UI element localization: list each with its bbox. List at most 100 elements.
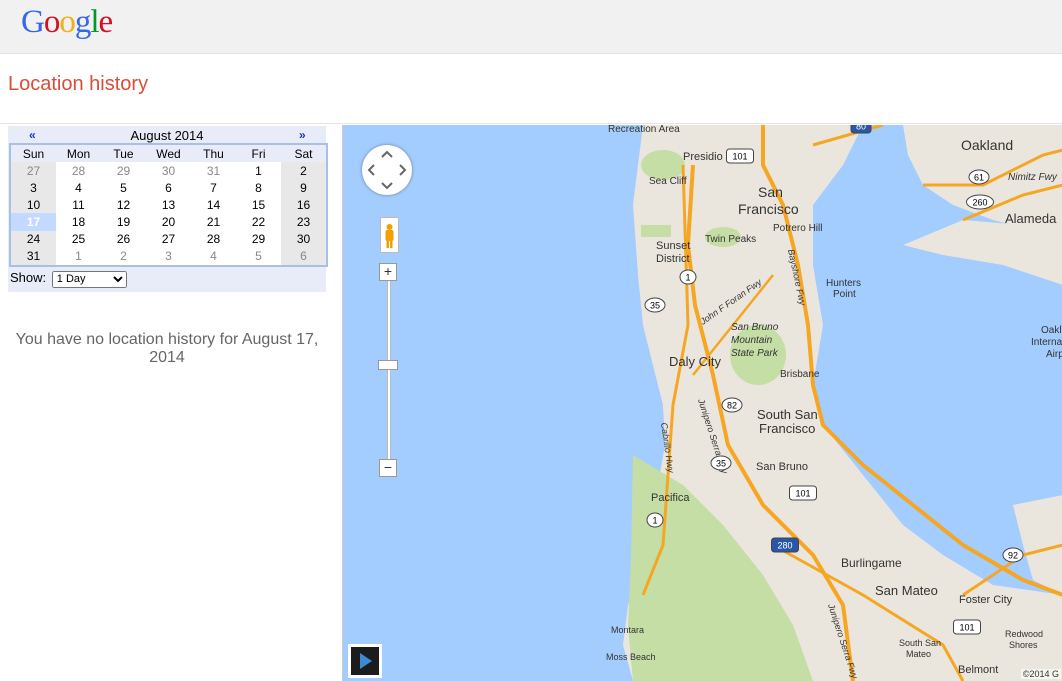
map-label: Pacifica (651, 492, 690, 504)
route-shield-number: 61 (974, 173, 984, 183)
calendar-month-label: August 2014 (130, 128, 204, 143)
route-shield: 35 (644, 297, 666, 313)
map-label: Oakland (961, 137, 1013, 153)
calendar-day[interactable]: 18 (56, 213, 101, 230)
map-label: San Bruno (731, 322, 779, 333)
logo-letter: l (90, 4, 99, 40)
logo-letter: e (98, 4, 114, 40)
route-shield-number: 101 (795, 489, 810, 499)
weekday-header: Mon (56, 145, 101, 162)
map-view[interactable]: Recreation Area Presidio Sea Cliff San F… (342, 125, 1062, 681)
calendar-day[interactable]: 22 (236, 213, 281, 230)
calendar-day[interactable]: 12 (101, 196, 146, 213)
calendar: August 2014 « » Sun Mon Tue Wed Thu Fri Sat 27… (8, 126, 328, 292)
calendar-day[interactable]: 21 (191, 213, 236, 230)
map-label: San (758, 184, 783, 200)
calendar-day[interactable]: 6 (146, 179, 191, 196)
route-shield: 101 (789, 485, 817, 501)
calendar-day[interactable]: 1 (236, 162, 281, 179)
calendar-day[interactable]: 27 (11, 162, 56, 180)
map-label: Interna (1031, 337, 1062, 348)
park-area (641, 225, 671, 237)
calendar-day[interactable]: 8 (236, 179, 281, 196)
calendar-day[interactable]: 27 (146, 231, 191, 248)
play-icon (360, 653, 372, 669)
calendar-day[interactable]: 5 (236, 248, 281, 265)
calendar-day[interactable]: 10 (11, 196, 56, 214)
calendar-day[interactable]: 29 (101, 162, 146, 179)
calendar-day[interactable]: 25 (56, 231, 101, 248)
calendar-day[interactable]: 28 (56, 162, 101, 179)
map-canvas[interactable]: Recreation Area Presidio Sea Cliff San F… (343, 125, 1062, 681)
calendar-day[interactable]: 23 (281, 213, 326, 231)
map-label: Sunset (656, 240, 690, 252)
zoom-out-button[interactable]: − (379, 459, 397, 477)
weekday-header: Sat (281, 145, 326, 162)
calendar-day[interactable]: 4 (56, 179, 101, 196)
calendar-day[interactable]: 2 (101, 248, 146, 265)
calendar-day[interactable]: 29 (236, 231, 281, 248)
calendar-day[interactable]: 15 (236, 196, 281, 213)
next-month-button[interactable]: » (299, 128, 306, 142)
calendar-day[interactable]: 7 (191, 179, 236, 196)
route-shield-number: 101 (732, 152, 747, 162)
no-history-message: You have no location history for August … (15, 331, 319, 366)
calendar-day[interactable]: 6 (281, 247, 326, 265)
map-label: Presidio (683, 151, 723, 163)
prev-month-button[interactable]: « (29, 128, 36, 142)
map-label: Burlingame (841, 556, 902, 570)
route-shield: 82 (721, 397, 743, 413)
calendar-day[interactable]: 17 (11, 213, 56, 231)
logo-letter: G (21, 4, 45, 40)
calendar-day[interactable]: 19 (101, 213, 146, 230)
calendar-day[interactable]: 24 (11, 230, 56, 248)
calendar-day[interactable]: 3 (146, 248, 191, 265)
weekday-header: Thu (191, 145, 236, 162)
map-label: Recreation Area (608, 125, 680, 135)
map-label: Belmont (958, 664, 998, 676)
route-shield-number: 260 (972, 198, 987, 208)
calendar-day[interactable]: 9 (281, 179, 326, 197)
calendar-day[interactable]: 20 (146, 213, 191, 230)
map-label: San Bruno (756, 461, 808, 473)
zoom-slider-handle[interactable] (378, 360, 398, 370)
map-label: South San (757, 407, 818, 422)
map-label: Oakl (1041, 325, 1062, 336)
street-view-pegman-icon[interactable] (380, 217, 399, 253)
map-label: Francisco (759, 421, 815, 436)
calendar-day[interactable]: 11 (56, 196, 101, 213)
map-label: Alameda (1005, 211, 1057, 226)
calendar-day[interactable]: 1 (56, 248, 101, 265)
zoom-in-button[interactable]: + (379, 263, 397, 281)
weekday-header: Wed (146, 145, 191, 162)
pan-control[interactable] (362, 145, 412, 195)
google-logo[interactable]: Google (21, 4, 114, 41)
calendar-day[interactable]: 3 (11, 179, 56, 197)
route-shield-number: 101 (959, 623, 974, 633)
calendar-grid: Sun Mon Tue Wed Thu Fri Sat 27 28 29 30 31 1 2 3 4 5 6 7 8… (9, 143, 328, 267)
calendar-day[interactable]: 26 (101, 231, 146, 248)
zoom-track[interactable] (387, 270, 391, 472)
range-select[interactable]: 1 Day (51, 270, 127, 288)
route-shield-number: 35 (716, 459, 726, 469)
map-label: Mateo (906, 649, 931, 659)
calendar-day[interactable]: 30 (146, 162, 191, 179)
calendar-day[interactable]: 14 (191, 196, 236, 213)
play-button[interactable] (348, 644, 382, 678)
calendar-day[interactable]: 16 (281, 196, 326, 214)
map-label: Potrero Hill (773, 223, 822, 234)
calendar-day[interactable]: 13 (146, 196, 191, 213)
page-title: Location history (8, 73, 149, 95)
calendar-day[interactable]: 28 (191, 231, 236, 248)
calendar-day[interactable]: 4 (191, 248, 236, 265)
route-shield: 101 (726, 148, 754, 164)
calendar-day[interactable]: 2 (281, 162, 326, 180)
map-label: Foster City (959, 594, 1013, 606)
calendar-day[interactable]: 31 (11, 247, 56, 265)
calendar-day[interactable]: 5 (101, 179, 146, 196)
top-bar: Google (0, 0, 1062, 54)
calendar-day[interactable]: 31 (191, 162, 236, 179)
calendar-day[interactable]: 30 (281, 230, 326, 248)
weekday-header: Tue (101, 145, 146, 162)
route-shield-number: 82 (727, 401, 737, 411)
